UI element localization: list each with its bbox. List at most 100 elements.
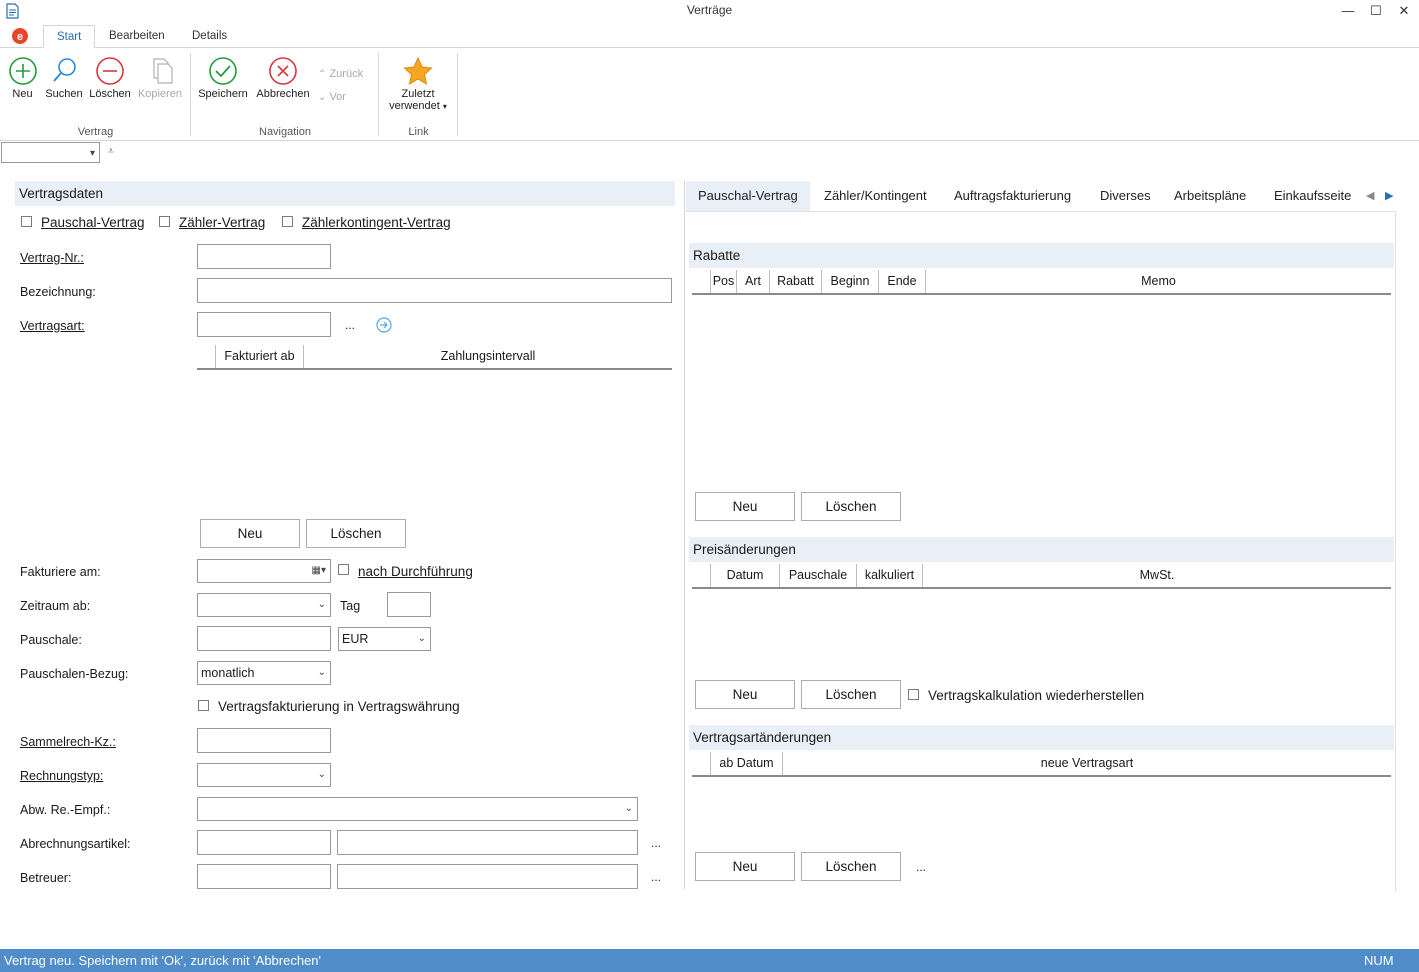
rabatte-loeschen-button[interactable]: Löschen	[801, 492, 901, 521]
tab-auftragsfakturierung[interactable]: Auftragsfakturierung	[942, 181, 1083, 211]
preisaenderungen-grid-header: Datum Pauschale kalkuliert MwSt.	[692, 564, 1391, 589]
col-pauschale[interactable]: Pauschale	[780, 564, 857, 587]
vertragsartaenderungen-grid-header: ab Datum neue Vertragsart	[692, 752, 1391, 777]
zurueck-button[interactable]: ⌃ Zurück	[318, 68, 374, 80]
chevron-down-icon: ⌄	[317, 769, 326, 780]
pauschale-input[interactable]	[197, 626, 331, 651]
col-rabatt[interactable]: Rabatt	[770, 270, 822, 293]
zeitraum-ab-label: Zeitraum ab:	[20, 599, 91, 613]
preis-loeschen-button[interactable]: Löschen	[801, 680, 901, 709]
speichern-button[interactable]: Speichern	[196, 56, 250, 100]
abrechnungsartikel-name-input[interactable]	[337, 830, 638, 855]
tab-pauschal-vertrag[interactable]: Pauschal-Vertrag	[686, 181, 810, 211]
zaehler-vertrag-label: Zähler-Vertrag	[179, 215, 266, 230]
col-datum[interactable]: Datum	[711, 564, 780, 587]
fakturiere-am-date[interactable]: ▦▾	[197, 559, 331, 583]
col-beginn[interactable]: Beginn	[822, 270, 879, 293]
betreuer-lookup-button[interactable]: ...	[651, 870, 661, 884]
zeitraum-ab-select[interactable]: ⌄	[197, 593, 331, 617]
num-lock-indicator: NUM	[1364, 953, 1394, 968]
vertragsart-input[interactable]	[197, 312, 331, 337]
arrow-right-circle-icon[interactable]	[376, 317, 392, 336]
zuletzt-verwendet-button[interactable]: Zuletzt verwendet ▾	[381, 56, 455, 112]
filter-select[interactable]: ▾	[1, 142, 100, 163]
tab-details[interactable]: Details	[179, 25, 240, 48]
zaehler-vertrag-checkbox[interactable]	[159, 216, 170, 227]
pauschalen-bezug-select[interactable]: monatlich ⌄	[197, 661, 331, 685]
vart-loeschen-button[interactable]: Löschen	[801, 852, 901, 881]
col-ende[interactable]: Ende	[879, 270, 926, 293]
abbrechen-button[interactable]: Abbrechen	[253, 56, 313, 100]
minimize-button[interactable]: —	[1333, 2, 1363, 20]
tab-diverses[interactable]: Diverses	[1088, 181, 1163, 211]
col-ab-datum[interactable]: ab Datum	[711, 752, 783, 775]
preis-neu-button[interactable]: Neu	[695, 680, 795, 709]
vertragskalkulation-checkbox[interactable]	[908, 689, 919, 700]
currency-select[interactable]: EUR ⌄	[338, 627, 431, 651]
abw-re-empf-select[interactable]: ⌄	[197, 797, 638, 821]
chevron-up-icon: ⌃	[318, 69, 327, 80]
rechnungstyp-select[interactable]: ⌄	[197, 763, 331, 787]
app-menu-icon[interactable]: e	[11, 27, 29, 45]
bezeichnung-input[interactable]	[197, 278, 672, 303]
col-neue-vertragsart[interactable]: neue Vertragsart	[783, 752, 1391, 775]
nach-durchfuehrung-checkbox[interactable]	[338, 564, 349, 575]
vart-more-button[interactable]: ...	[916, 860, 926, 874]
tab-scroll-right-icon[interactable]: ▶	[1385, 189, 1393, 202]
chevron-down-icon: ▾	[89, 148, 95, 159]
suchen-button[interactable]: Suchen	[43, 56, 85, 100]
abrechnungsartikel-label: Abrechnungsartikel:	[20, 837, 131, 851]
grid-neu-button[interactable]: Neu	[200, 519, 300, 548]
vertragsart-lookup-button[interactable]: ...	[345, 318, 355, 332]
betreuer-name-input[interactable]	[337, 864, 638, 889]
suchen-label: Suchen	[45, 88, 83, 100]
currency-value: EUR	[342, 632, 369, 646]
tab-start[interactable]: Start	[43, 25, 96, 48]
vertragskalkulation-label: Vertragskalkulation wiederherstellen	[928, 688, 1145, 703]
filter-options-icon[interactable]: ⩡	[108, 146, 114, 157]
sammelrech-input[interactable]	[197, 728, 331, 753]
window-title: Verträge	[686, 3, 733, 17]
col-memo[interactable]: Memo	[926, 270, 1391, 293]
abrechnungsartikel-lookup-button[interactable]: ...	[651, 836, 661, 850]
zaehlerkontingent-vertrag-checkbox[interactable]	[282, 216, 293, 227]
tab-zaehler-kontingent[interactable]: Zähler/Kontingent	[812, 181, 939, 211]
tab-arbeitsplaene[interactable]: Arbeitspläne	[1162, 181, 1258, 211]
calendar-icon[interactable]: ▦▾	[312, 560, 326, 582]
neu-button[interactable]: Neu	[4, 56, 41, 100]
col-pos[interactable]: Pos	[711, 270, 737, 293]
col-mwst[interactable]: MwSt.	[923, 564, 1391, 587]
pauschal-vertrag-checkbox[interactable]	[21, 216, 32, 227]
tab-scroll-left-icon[interactable]: ◀	[1366, 189, 1374, 202]
vertrag-nr-input[interactable]	[197, 244, 331, 269]
maximize-button[interactable]: ☐	[1361, 2, 1391, 20]
abrechnungsartikel-nr-input[interactable]	[197, 830, 331, 855]
rabatte-grid-header: Pos Art Rabatt Beginn Ende Memo	[692, 270, 1391, 295]
col-zahlungsintervall[interactable]: Zahlungsintervall	[304, 345, 672, 368]
panel-divider	[684, 181, 685, 889]
chevron-down-icon: ⌄	[317, 599, 326, 610]
tab-strip-line	[686, 211, 1396, 212]
copy-icon	[135, 56, 185, 88]
abbrechen-label: Abbrechen	[256, 88, 310, 100]
vertragsfakturierung-checkbox[interactable]	[198, 700, 209, 711]
col-art[interactable]: Art	[737, 270, 770, 293]
close-button[interactable]: ✕	[1389, 2, 1419, 20]
chevron-down-icon: ⌄	[417, 633, 426, 644]
grid-loeschen-button[interactable]: Löschen	[306, 519, 406, 548]
col-fakturiert-ab[interactable]: Fakturiert ab	[216, 345, 304, 368]
fakturiere-am-label: Fakturiere am:	[20, 565, 101, 579]
betreuer-nr-input[interactable]	[197, 864, 331, 889]
col-kalkuliert[interactable]: kalkuliert	[857, 564, 923, 587]
loeschen-ribbon-button[interactable]: Löschen	[87, 56, 133, 100]
star-icon	[381, 56, 455, 88]
zuletzt-label-2: verwendet	[389, 100, 440, 112]
tag-input[interactable]	[387, 592, 431, 617]
tab-einkaufsseite[interactable]: Einkaufsseite	[1262, 181, 1363, 211]
kopieren-button[interactable]: Kopieren	[135, 56, 185, 100]
rabatte-neu-button[interactable]: Neu	[695, 492, 795, 521]
vart-neu-button[interactable]: Neu	[695, 852, 795, 881]
title-bar: Verträge — ☐ ✕	[0, 0, 1419, 22]
tab-bearbeiten[interactable]: Bearbeiten	[96, 25, 178, 48]
vor-button[interactable]: ⌄ Vor	[318, 91, 374, 103]
